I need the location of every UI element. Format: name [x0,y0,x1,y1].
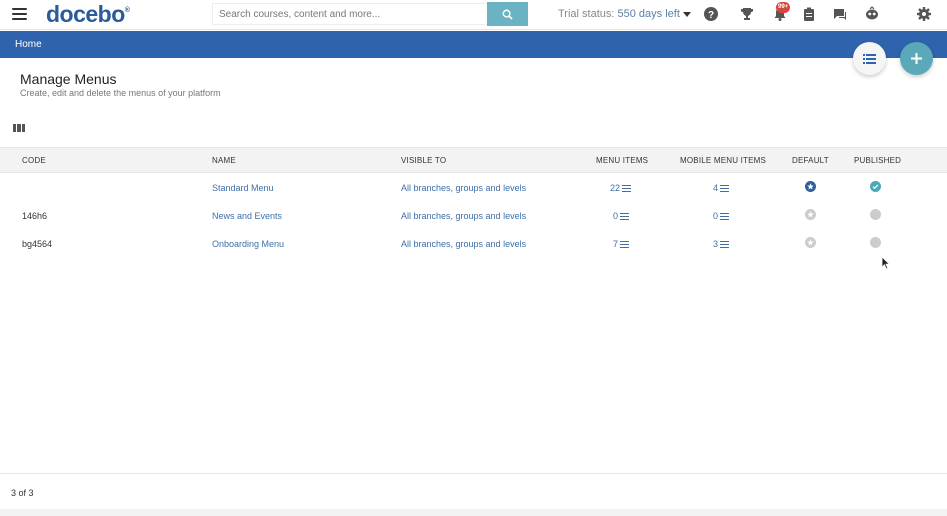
header-menu-items: MENU ITEMS [596,156,649,165]
page-title: Manage Menus [20,71,117,87]
breadcrumb-home[interactable]: Home [15,39,42,50]
list-icon [720,212,730,220]
row-code: 146h6 [22,211,48,221]
row-menu-items-link[interactable]: 0 [613,211,630,221]
mobile-items-count: 0 [713,211,719,221]
check-icon [872,184,879,190]
svg-text:?: ? [708,10,714,21]
list-icon [620,240,630,248]
header-name[interactable]: NAME [212,156,236,165]
pagination-summary: 3 of 3 [11,488,34,498]
row-name-link[interactable]: Standard Menu [212,183,274,193]
menu-items-count: 0 [613,211,619,221]
footer-divider [0,473,947,474]
clipboard-icon[interactable] [801,6,817,22]
mobile-items-count: 4 [713,183,719,193]
header-visible-to[interactable]: VISIBLE TO [401,156,446,165]
bottom-strip [0,509,947,516]
star-icon [807,239,814,246]
mouse-cursor-icon [881,256,891,270]
row-visible-to-link[interactable]: All branches, groups and levels [401,211,526,221]
list-icon [720,240,730,248]
star-icon [807,211,814,218]
table-row: bg4564 Onboarding Menu All branches, gro… [0,230,947,258]
trial-label: Trial status: [558,8,615,20]
table-row: 146h6 News and Events All branches, grou… [0,202,947,230]
trial-status[interactable]: Trial status: 550 days left [558,8,691,20]
table-header: CODE NAME VISIBLE TO MENU ITEMS MOBILE M… [0,147,947,173]
gear-icon[interactable] [916,6,932,22]
star-icon [807,183,814,190]
header-code[interactable]: CODE [22,156,46,165]
header-default: DEFAULT [792,156,829,165]
search-button[interactable] [487,2,528,26]
logo-text: docebo [46,1,125,27]
list-view-button[interactable] [853,42,886,75]
published-check-active[interactable] [870,181,881,192]
header-mobile-menu-items: MOBILE MENU ITEMS [680,156,767,165]
list-icon [622,184,632,192]
help-icon[interactable]: ? [703,6,719,22]
default-star-inactive[interactable] [805,237,816,248]
top-bar: docebo® Trial status: 550 days left ? 99… [0,0,947,30]
row-visible-to-link[interactable]: All branches, groups and levels [401,239,526,249]
page-subtitle: Create, edit and delete the menus of you… [20,88,221,98]
list-icon [863,53,876,64]
default-star-active[interactable] [805,181,816,192]
row-name-link[interactable]: News and Events [212,211,282,221]
list-icon [720,184,730,192]
mobile-items-count: 3 [713,239,719,249]
row-menu-items-link[interactable]: 7 [613,239,630,249]
row-mobile-items-link[interactable]: 3 [713,239,730,249]
header-published: PUBLISHED [854,156,902,165]
table-row: Standard Menu All branches, groups and l… [0,174,947,202]
row-name-link[interactable]: Onboarding Menu [212,239,284,249]
hamburger-icon[interactable] [12,8,27,20]
search-icon [502,9,513,20]
face-icon[interactable] [864,6,880,22]
row-visible-to-link[interactable]: All branches, groups and levels [401,183,526,193]
published-toggle-inactive[interactable] [870,237,881,248]
trophy-icon[interactable] [739,6,755,22]
trial-days: 550 days left [617,8,680,20]
row-code: bg4564 [22,239,53,249]
caret-down-icon [682,11,691,17]
notification-badge: 99+ [776,2,791,13]
row-mobile-items-link[interactable]: 4 [713,183,730,193]
plus-icon [911,53,922,64]
search-input[interactable] [212,3,487,25]
logo-mark: ® [124,7,130,14]
docebo-logo[interactable]: docebo® [46,1,130,28]
default-star-inactive[interactable] [805,209,816,220]
columns-icon[interactable] [13,124,25,132]
published-toggle-inactive[interactable] [870,209,881,220]
menu-items-count: 22 [610,183,621,193]
add-menu-button[interactable] [900,42,933,75]
row-menu-items-link[interactable]: 22 [610,183,632,193]
chat-icon[interactable] [832,6,848,22]
breadcrumb-bar: Home [0,31,947,58]
row-mobile-items-link[interactable]: 0 [713,211,730,221]
menu-items-count: 7 [613,239,619,249]
list-icon [620,212,630,220]
